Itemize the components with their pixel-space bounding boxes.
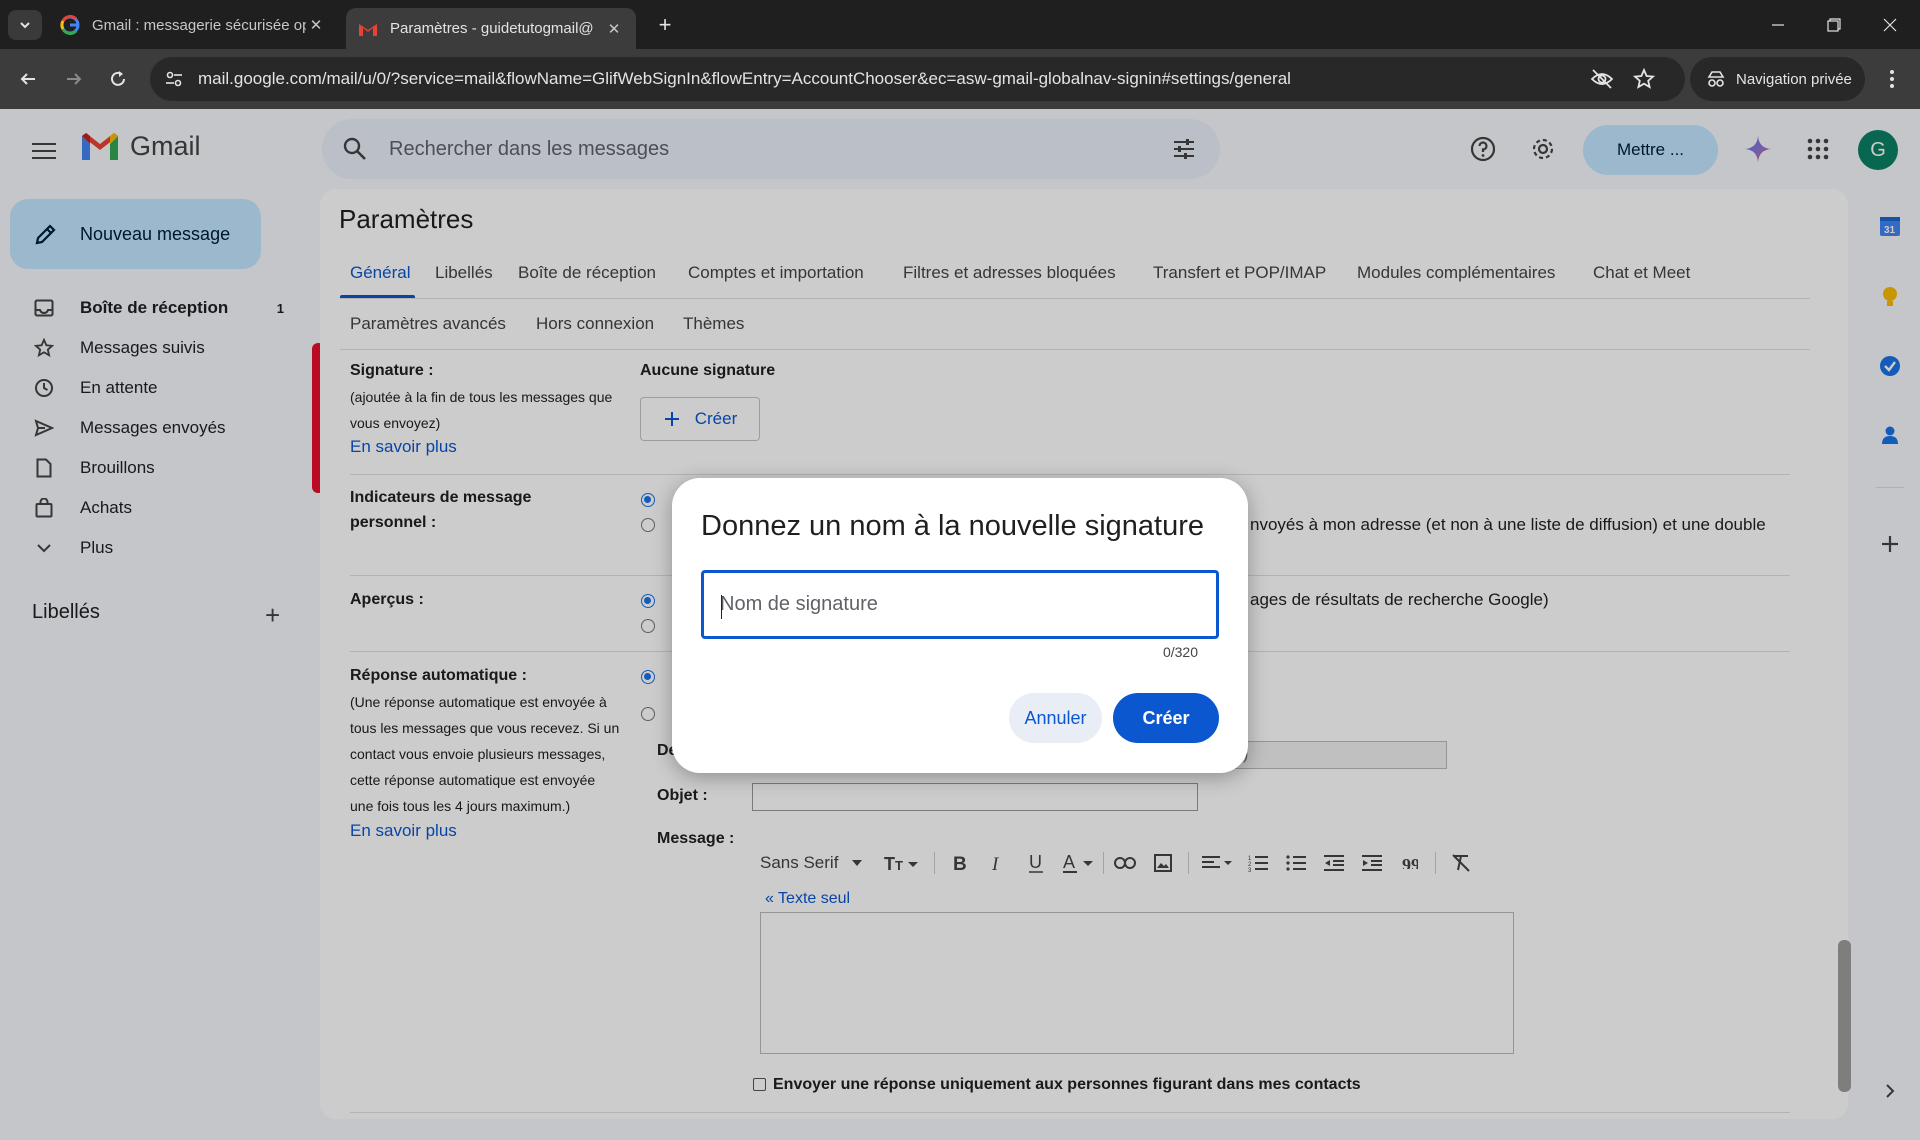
star-icon[interactable] xyxy=(1632,67,1656,93)
reload-icon xyxy=(111,71,125,86)
close-icon[interactable]: ✕ xyxy=(604,20,624,38)
close-window-button[interactable] xyxy=(1862,0,1918,49)
cancel-button[interactable]: Annuler xyxy=(1009,693,1102,743)
create-button[interactable]: Créer xyxy=(1113,693,1219,743)
reload-button[interactable] xyxy=(102,63,134,95)
browser-tab-strip: Gmail : messagerie sécurisée op ✕ Paramè… xyxy=(0,0,1920,49)
new-tab-button[interactable]: + xyxy=(650,10,680,40)
gmail-icon xyxy=(358,19,378,39)
incognito-icon xyxy=(1707,71,1725,87)
incognito-label: Navigation privée xyxy=(1736,70,1852,88)
forward-button[interactable] xyxy=(58,63,90,95)
tab-title: Gmail : messagerie sécurisée op xyxy=(92,16,306,34)
new-signature-dialog: Donnez un nom à la nouvelle signature No… xyxy=(672,478,1248,773)
signature-name-input[interactable]: Nom de signature xyxy=(701,570,1219,639)
text-caret xyxy=(721,595,722,619)
browser-tab-settings[interactable]: Paramètres - guidetutogmail@ ✕ xyxy=(346,8,636,49)
browser-menu-button[interactable] xyxy=(1876,63,1908,95)
browser-tab-gmail[interactable]: Gmail : messagerie sécurisée op ✕ xyxy=(48,7,338,43)
address-bar[interactable]: mail.google.com/mail/u/0/?service=mail&f… xyxy=(150,57,1685,101)
browser-toolbar: mail.google.com/mail/u/0/?service=mail&f… xyxy=(0,49,1920,109)
signature-name-placeholder: Nom de signature xyxy=(720,593,878,615)
restore-button[interactable] xyxy=(1806,0,1862,49)
minimize-icon xyxy=(1772,23,1784,26)
close-icon xyxy=(1883,18,1897,31)
google-icon xyxy=(60,15,80,35)
incognito-badge[interactable]: Navigation privée xyxy=(1690,57,1865,101)
back-button[interactable] xyxy=(12,63,44,95)
url-text: mail.google.com/mail/u/0/?service=mail&f… xyxy=(198,69,1291,88)
dialog-title: Donnez un nom à la nouvelle signature xyxy=(701,510,1204,542)
arrow-left-icon xyxy=(20,73,35,85)
more-vert-icon xyxy=(1890,70,1894,88)
restore-icon xyxy=(1827,17,1841,32)
close-icon[interactable]: ✕ xyxy=(306,16,326,34)
chevron-down-icon xyxy=(20,22,30,29)
site-info-icon[interactable] xyxy=(164,69,184,92)
character-counter: 0/320 xyxy=(1162,644,1198,660)
minimize-button[interactable] xyxy=(1750,0,1806,49)
arrow-right-icon xyxy=(67,73,82,85)
tab-search-button[interactable] xyxy=(8,10,42,40)
eye-off-icon[interactable] xyxy=(1590,68,1614,93)
tab-title: Paramètres - guidetutogmail@ xyxy=(390,20,594,37)
